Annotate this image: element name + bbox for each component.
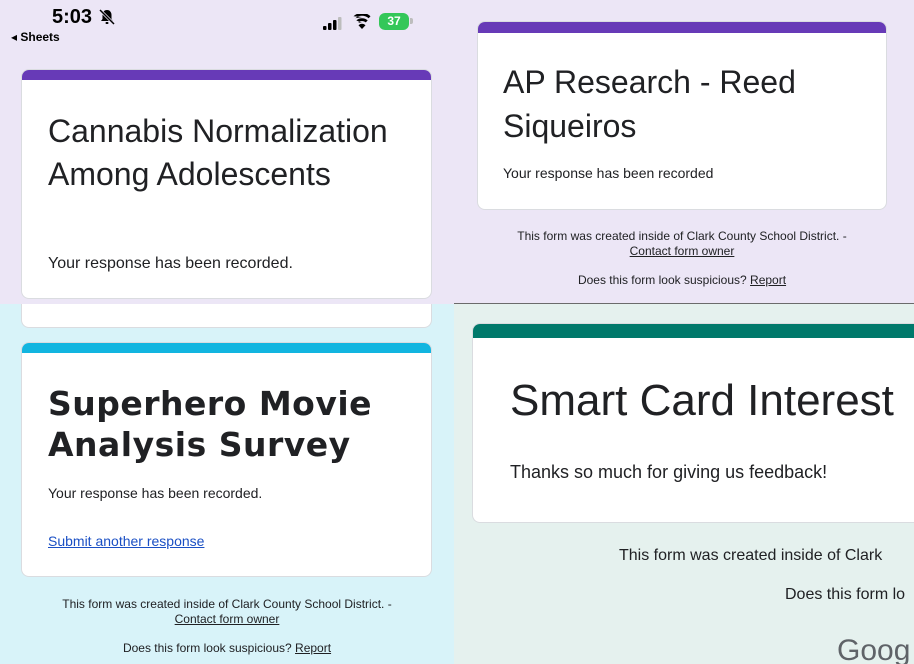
suspicious-row: Does this form look suspicious? Report (0, 641, 454, 655)
smart-card-confirmation-card: Smart Card Interest Thanks so much for g… (472, 323, 914, 523)
status-time: 5:03 (52, 6, 93, 28)
card-accent-bar (473, 324, 914, 338)
superhero-panel: Superhero Movie Analysis Survey Your res… (0, 304, 454, 664)
suspicious-text: Does this form look suspicious? (122, 641, 292, 655)
ap-research-confirmation-card: AP Research - Reed Siqueiros Your respon… (477, 21, 887, 210)
report-link[interactable]: Report (295, 641, 331, 655)
previous-card-edge (21, 304, 432, 328)
form-footer: This form was created inside of Clark Co… (0, 597, 454, 627)
form-title: Cannabis Normalization Among Adolescents (48, 113, 388, 192)
card-accent-bar (478, 22, 886, 33)
contact-form-owner-link[interactable]: Contact form owner (630, 244, 735, 258)
form-title: Smart Card Interest (510, 376, 894, 425)
response-recorded-message: Your response has been recorded. (48, 485, 263, 501)
feedback-thanks-message: Thanks so much for giving us feedback! (510, 462, 828, 482)
form-footer: This form was created inside of Clark Co… (454, 229, 910, 259)
cannabis-panel: 5:03 ◂ Sheets 37 Cannabis Normalization … (0, 0, 454, 304)
contact-form-owner-link[interactable]: Contact form owner (175, 612, 280, 626)
battery-indicator: 37 (379, 13, 409, 30)
bell-slash-icon (98, 8, 116, 26)
ap-research-panel: AP Research - Reed Siqueiros Your respon… (454, 0, 914, 304)
battery-tip (410, 18, 413, 24)
google-logo-text: Goog (837, 634, 911, 664)
cellular-signal-icon (323, 17, 342, 30)
footer-org-text: This form was created inside of Clark (619, 547, 883, 564)
response-recorded-message: Your response has been recorded (503, 165, 714, 181)
footer-org-text: This form was created inside of Clark Co… (517, 229, 847, 243)
superhero-confirmation-card: Superhero Movie Analysis Survey Your res… (21, 342, 432, 577)
wifi-icon (353, 14, 371, 29)
cannabis-confirmation-card: Cannabis Normalization Among Adolescents… (21, 69, 432, 299)
suspicious-text: Does this form lo (785, 586, 906, 603)
report-link[interactable]: Report (750, 273, 786, 287)
submit-another-response-link[interactable]: Submit another response (48, 533, 204, 549)
card-accent-bar (22, 343, 431, 353)
suspicious-text: Does this form look suspicious? (577, 273, 747, 287)
back-to-sheets-link[interactable]: ◂ Sheets (11, 30, 60, 44)
form-title: Superhero Movie Analysis Survey (48, 384, 373, 464)
form-title: AP Research - Reed Siqueiros (503, 64, 796, 144)
footer-org-text: This form was created inside of Clark Co… (62, 597, 392, 611)
smart-card-panel: Smart Card Interest Thanks so much for g… (454, 304, 914, 664)
response-recorded-message: Your response has been recorded. (48, 255, 293, 272)
suspicious-row: Does this form look suspicious? Report (454, 273, 910, 287)
card-accent-bar (22, 70, 431, 80)
